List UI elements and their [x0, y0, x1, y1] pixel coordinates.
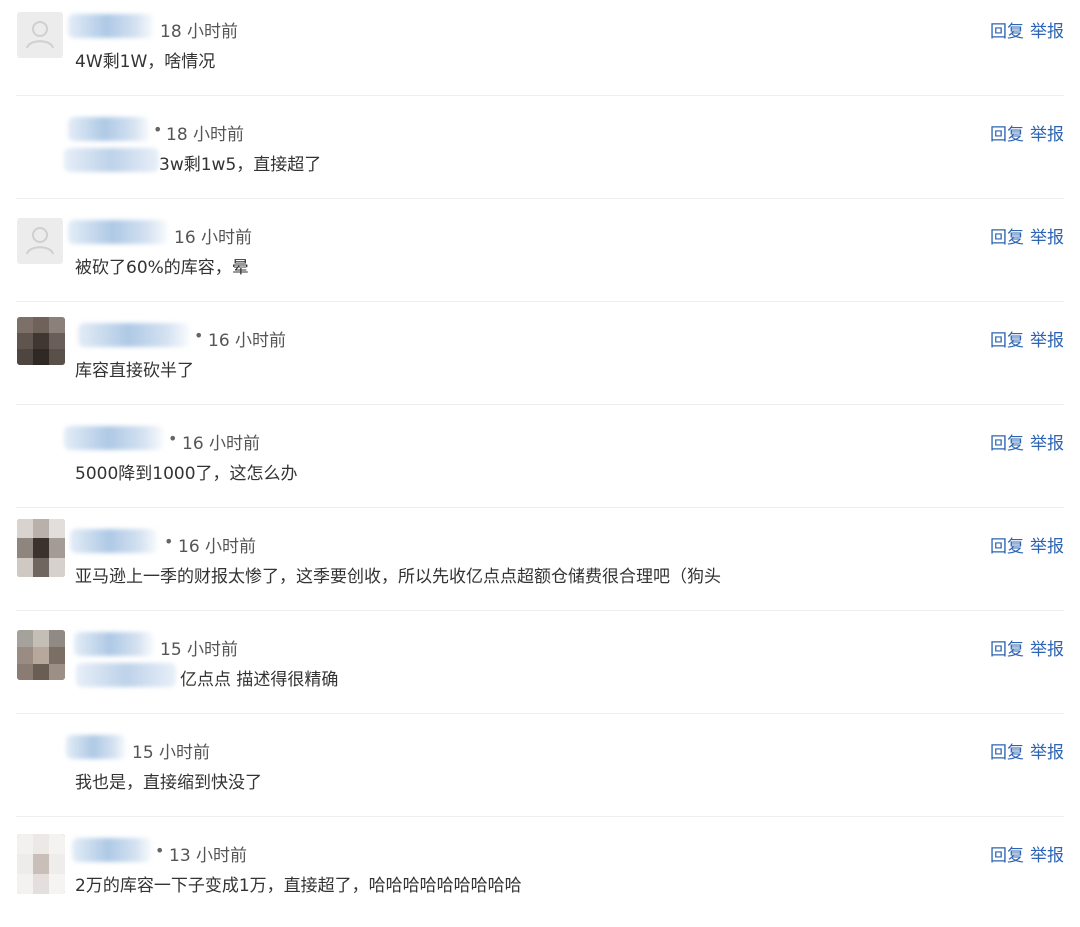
divider	[16, 507, 1064, 508]
separator-dot: •	[194, 326, 204, 345]
divider	[16, 301, 1064, 302]
username-blurred[interactable]	[68, 14, 154, 38]
comment-item: 15 小时前 亿点点 描述得很精确 回复 举报	[0, 618, 1080, 721]
comment-time: 15 小时前	[160, 640, 239, 660]
comment-time: 16 小时前	[178, 537, 257, 557]
comment-item: • 16 小时前 库容直接砍半了 回复 举报	[0, 309, 1080, 412]
reply-link[interactable]: 回复	[990, 434, 1024, 454]
comment-actions: 回复 举报	[990, 841, 1064, 866]
comment-actions: 回复 举报	[990, 429, 1064, 454]
divider	[16, 713, 1064, 714]
comment-item: • 16 小时前 亚马逊上一季的财报太惨了，这季要创收，所以先收亿点点超额仓储费…	[0, 515, 1080, 618]
user-icon	[26, 227, 54, 255]
comment-time: 16 小时前	[174, 228, 253, 248]
comment-time: 18 小时前	[160, 22, 239, 42]
separator-dot: •	[155, 841, 165, 860]
comment-item: • 13 小时前 2万的库容一下子变成1万，直接超了，哈哈哈哈哈哈哈哈哈 回复举…	[0, 824, 1080, 927]
avatar-photo-pixelated[interactable]	[17, 630, 65, 680]
comment-text: 5000降到1000了，这怎么办	[75, 464, 298, 484]
divider	[16, 95, 1064, 96]
comment-text: 我也是，直接缩到快没了	[75, 773, 262, 793]
comment-text: 库容直接砍半了	[75, 361, 194, 381]
username-blurred[interactable]	[68, 117, 150, 141]
comment-time: 13 小时前	[169, 846, 248, 866]
report-link[interactable]: 举报	[1030, 640, 1064, 660]
comment-time: 16 小时前	[208, 331, 287, 351]
comment-item: • 18 小时前 3w剩1w5，直接超了 回复 举报	[0, 103, 1080, 206]
avatar-default[interactable]	[17, 12, 63, 58]
username-blurred[interactable]	[72, 838, 152, 862]
comment-text: 4W剩1W，啥情况	[75, 52, 216, 72]
comment-actions: 回复 举报	[990, 738, 1064, 763]
comment-actions: 回复 举报	[990, 635, 1064, 660]
divider	[16, 404, 1064, 405]
user-icon	[26, 21, 54, 49]
comment-time: 18 小时前	[166, 125, 245, 145]
avatar-photo-pixelated[interactable]	[17, 519, 65, 577]
comment-actions: 回复 举报	[990, 120, 1064, 145]
divider	[16, 610, 1064, 611]
divider	[16, 198, 1064, 199]
comment-text: 亿点点 描述得很精确	[180, 670, 339, 690]
reply-link[interactable]: 回复	[990, 743, 1024, 763]
separator-dot: •	[153, 120, 163, 139]
separator-dot: •	[168, 429, 178, 448]
username-blurred[interactable]	[74, 632, 154, 656]
reply-link[interactable]: 回复	[990, 331, 1024, 351]
comment-actions: 回复 举报	[990, 326, 1064, 351]
reply-link[interactable]: 回复	[990, 640, 1024, 660]
report-link[interactable]: 举报	[1030, 228, 1064, 248]
comment-time: 15 小时前	[132, 743, 211, 763]
username-blurred[interactable]	[68, 220, 168, 244]
avatar-photo-pixelated[interactable]	[17, 834, 65, 894]
reply-link[interactable]: 回复	[990, 22, 1024, 42]
report-link[interactable]: 举报	[1030, 125, 1064, 145]
username-blurred[interactable]	[70, 529, 158, 553]
avatar-photo-pixelated[interactable]	[17, 317, 65, 365]
report-link[interactable]: 举报	[1030, 537, 1064, 557]
report-link[interactable]: 举报	[1030, 331, 1064, 351]
report-link[interactable]: 举报	[1030, 743, 1064, 763]
comment-item: 15 小时前 我也是，直接缩到快没了 回复 举报	[0, 721, 1080, 824]
comment-actions: 回复 举报	[990, 17, 1064, 42]
comment-actions: 回复 举报	[990, 532, 1064, 557]
separator-dot: •	[164, 532, 174, 551]
comment-text: 被砍了60%的库容，晕	[75, 258, 249, 278]
reply-mention-blurred[interactable]	[64, 148, 159, 172]
comment-text: 3w剩1w5，直接超了	[159, 155, 322, 175]
report-link[interactable]: 举报	[1030, 22, 1064, 42]
reply-link[interactable]: 回复	[990, 125, 1024, 145]
comment-item: 18 小时前 4W剩1W，啥情况 回复 举报	[0, 0, 1080, 103]
comment-item: 16 小时前 被砍了60%的库容，晕 回复 举报	[0, 206, 1080, 309]
reply-link[interactable]: 回复	[990, 228, 1024, 248]
reply-mention-blurred[interactable]	[76, 663, 176, 687]
reply-link[interactable]: 回复	[990, 846, 1024, 866]
username-blurred[interactable]	[64, 426, 164, 450]
comment-text: 亚马逊上一季的财报太惨了，这季要创收，所以先收亿点点超额仓储费很合理吧（狗头	[75, 567, 721, 587]
reply-link[interactable]: 回复	[990, 537, 1024, 557]
username-blurred[interactable]	[66, 735, 126, 759]
comment-time: 16 小时前	[182, 434, 261, 454]
divider	[16, 816, 1064, 817]
comment-actions: 回复 举报	[990, 223, 1064, 248]
username-blurred[interactable]	[78, 323, 190, 347]
comment-item: • 16 小时前 5000降到1000了，这怎么办 回复 举报	[0, 412, 1080, 515]
avatar-default[interactable]	[17, 218, 63, 264]
comment-text: 2万的库容一下子变成1万，直接超了，哈哈哈哈哈哈哈哈哈	[75, 876, 522, 896]
report-link[interactable]: 举报	[1030, 434, 1064, 454]
report-link[interactable]: 举报	[1030, 846, 1064, 866]
